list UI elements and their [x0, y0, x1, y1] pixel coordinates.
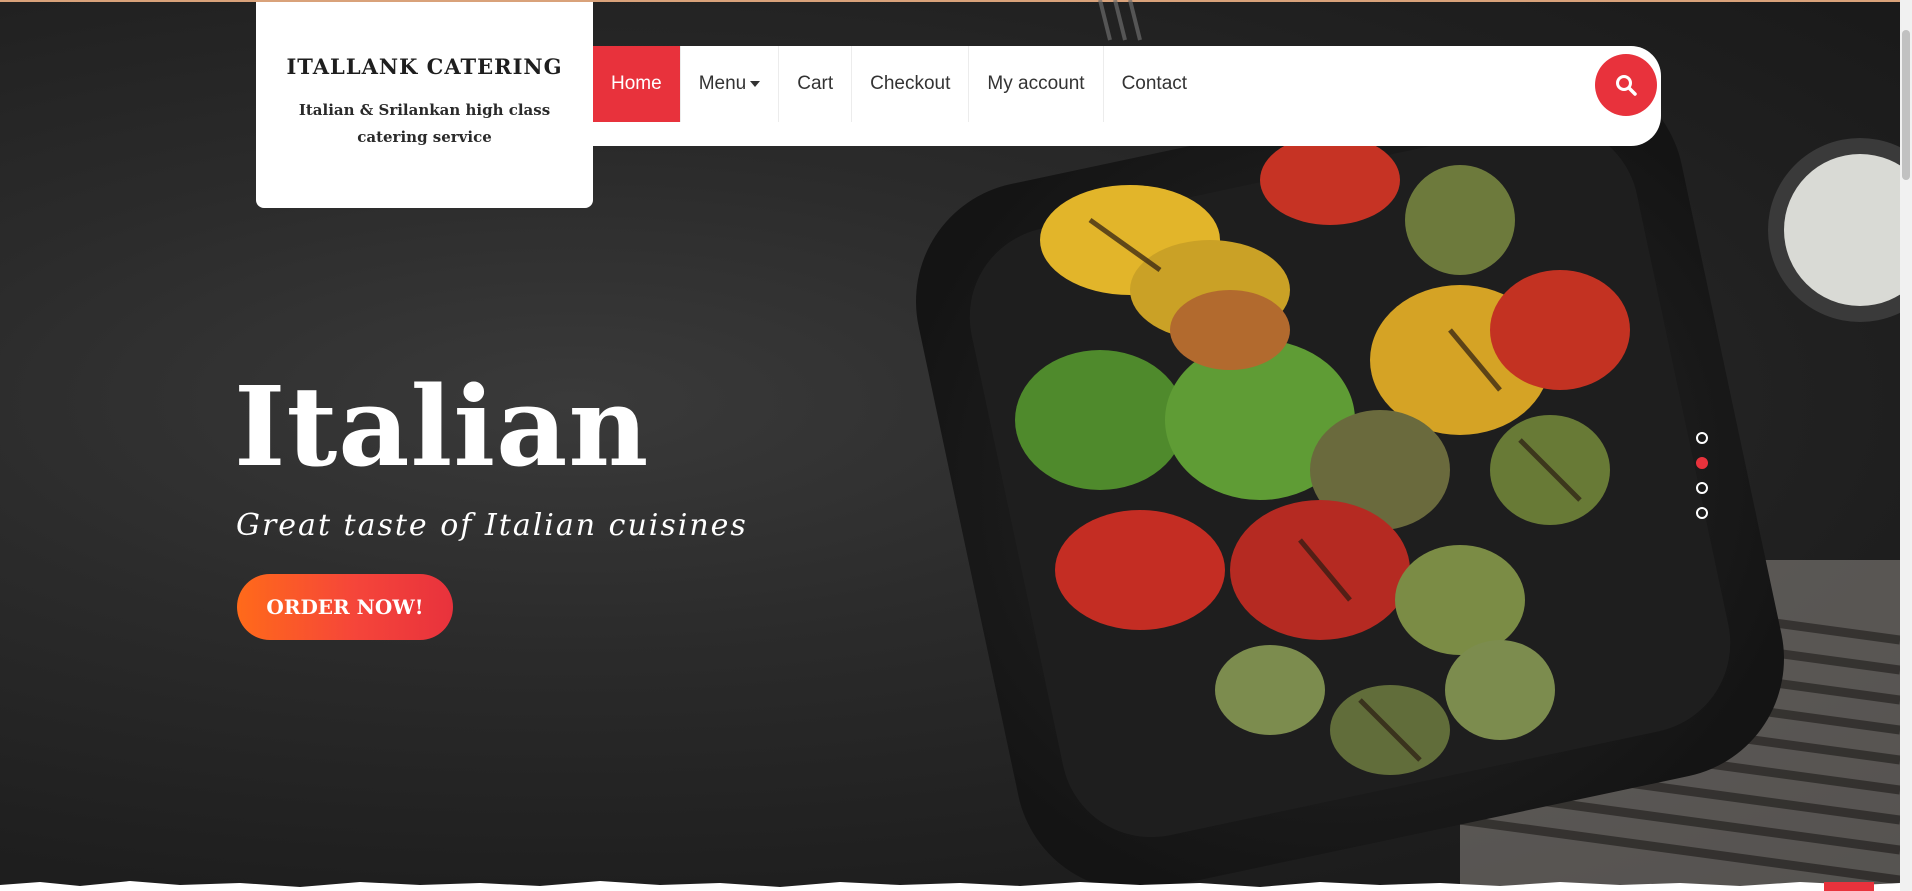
- order-now-button[interactable]: ORDER NOW!: [237, 574, 453, 640]
- torn-edge-divider: [0, 881, 1900, 891]
- nav-item-label: Home: [611, 73, 662, 94]
- scrollbar-thumb[interactable]: [1902, 30, 1910, 180]
- slider-dot[interactable]: [1696, 432, 1708, 444]
- nav-item-label: Menu: [698, 73, 747, 94]
- main-navbar: Home Menu Cart Checkout My account Conta…: [593, 46, 1661, 146]
- page-scrollbar[interactable]: [1900, 0, 1912, 891]
- search-button[interactable]: [1595, 54, 1657, 116]
- page: ITALLANK CATERING Italian & Srilankan hi…: [0, 0, 1912, 891]
- slider-dot[interactable]: [1696, 507, 1708, 519]
- site-logo-box[interactable]: ITALLANK CATERING Italian & Srilankan hi…: [256, 2, 593, 208]
- nav-item-label: Checkout: [870, 73, 951, 94]
- back-to-top-button[interactable]: [1824, 882, 1874, 891]
- nav-item-contact[interactable]: Contact: [1104, 46, 1205, 122]
- nav-item-checkout[interactable]: Checkout: [852, 46, 970, 122]
- nav-item-home[interactable]: Home: [593, 46, 681, 122]
- nav-menu: Home Menu Cart Checkout My account Conta…: [593, 46, 1661, 122]
- nav-item-my-account[interactable]: My account: [969, 46, 1104, 122]
- search-icon: [1616, 75, 1637, 96]
- slider-pagination: [1696, 432, 1708, 532]
- nav-item-label: My account: [987, 73, 1085, 94]
- site-title[interactable]: ITALLANK CATERING: [256, 54, 593, 79]
- slider-dot[interactable]: [1696, 482, 1708, 494]
- slider-dot-active[interactable]: [1696, 457, 1708, 469]
- hero-subtitle: Great taste of Italian cuisines: [236, 508, 748, 543]
- hero-title: Italian: [234, 362, 650, 491]
- nav-item-cart[interactable]: Cart: [779, 46, 853, 122]
- nav-item-label: Contact: [1121, 73, 1188, 94]
- caret-down-icon: [750, 81, 761, 87]
- nav-item-label: Cart: [797, 73, 834, 94]
- nav-item-menu[interactable]: Menu: [681, 46, 780, 122]
- site-tagline: Italian & Srilankan high class catering …: [298, 101, 551, 146]
